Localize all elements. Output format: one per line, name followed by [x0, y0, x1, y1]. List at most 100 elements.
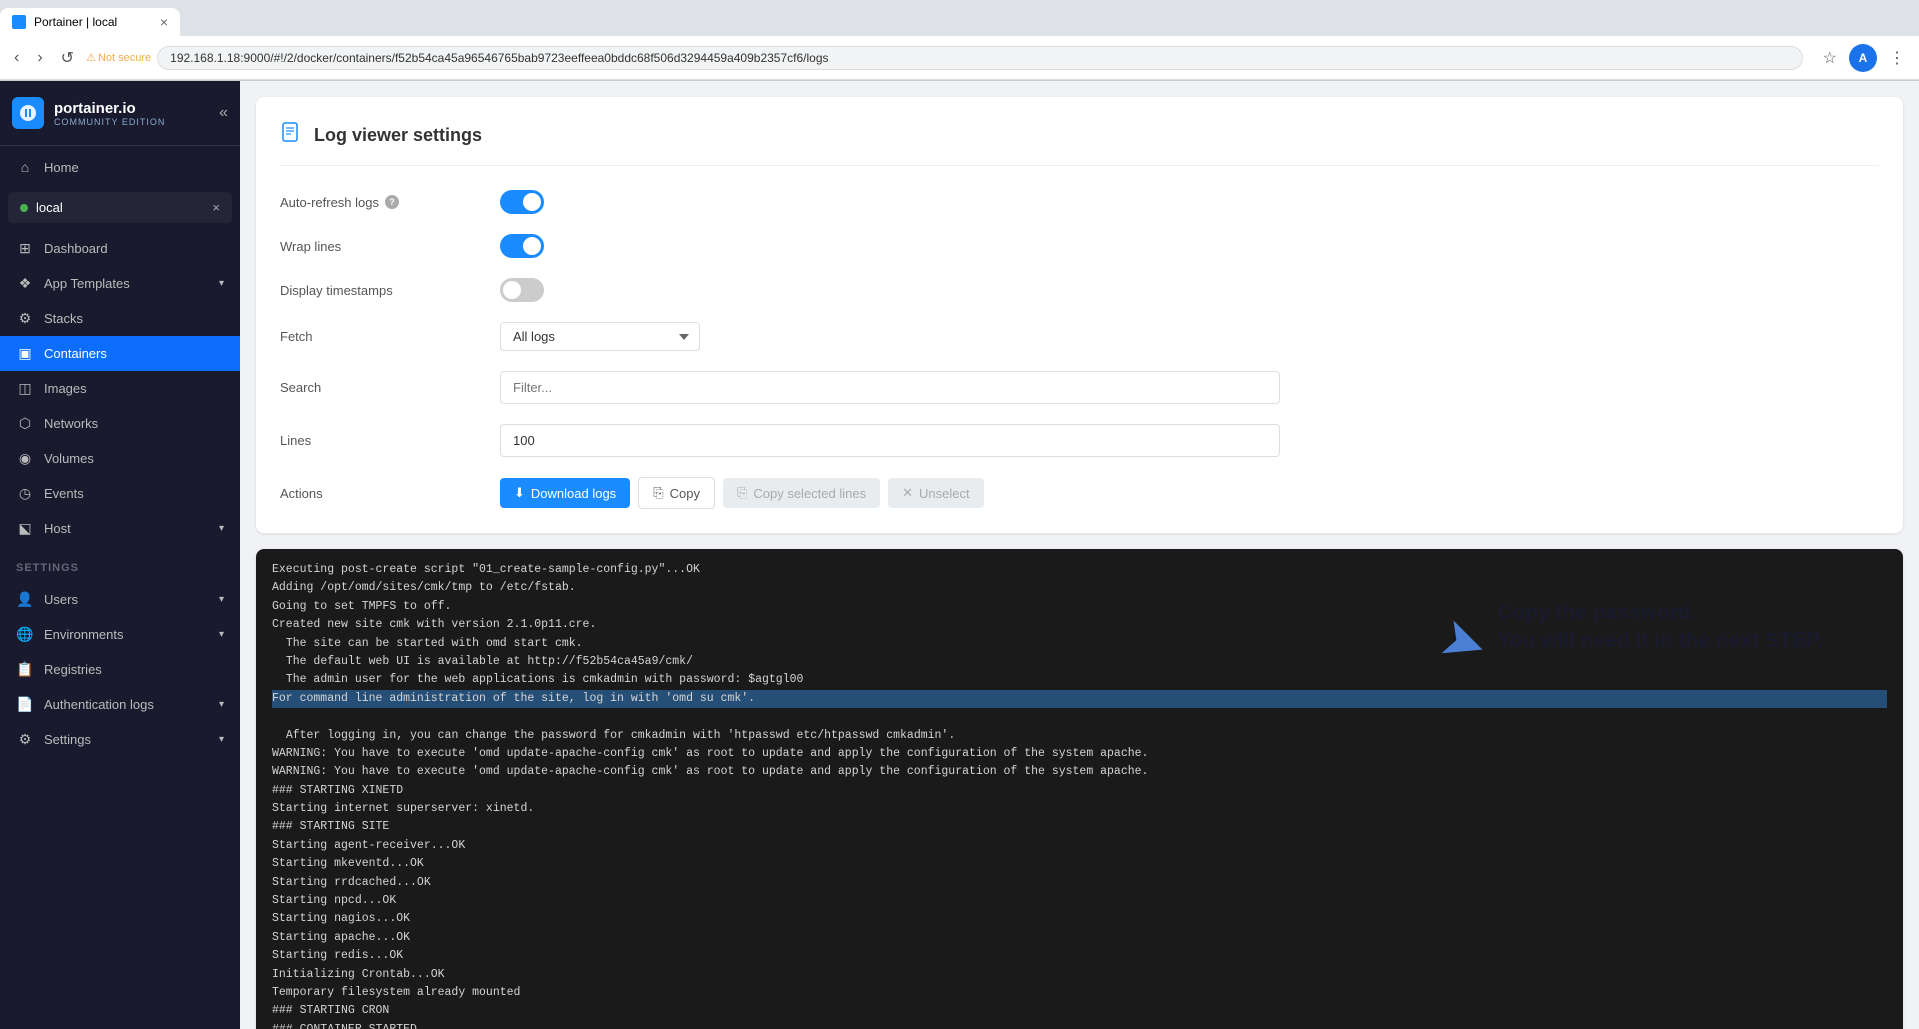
tab-favicon — [12, 15, 26, 29]
log-line[interactable]: Going to set TMPFS to off. — [272, 600, 451, 613]
sidebar-item-volumes-label: Volumes — [44, 451, 94, 466]
sidebar-item-home[interactable]: ⌂ Home — [0, 150, 240, 184]
environments-icon: 🌐 — [16, 626, 34, 643]
sidebar-item-dashboard[interactable]: ⊞ Dashboard — [0, 231, 240, 266]
sidebar-item-settings-label: Settings — [44, 732, 91, 747]
sidebar-item-settings[interactable]: ⚙ Settings ▾ — [0, 722, 240, 757]
log-line[interactable]: Initializing Crontab...OK — [272, 968, 445, 981]
auto-refresh-toggle[interactable] — [500, 190, 544, 214]
log-line[interactable]: Starting internet superserver: xinetd. — [272, 802, 534, 815]
tab-bar: Portainer | local × — [0, 0, 1919, 36]
back-button[interactable]: ‹ — [8, 45, 25, 71]
log-line[interactable]: The default web UI is available at http:… — [272, 655, 693, 668]
menu-button[interactable]: ⋮ — [1883, 44, 1911, 72]
page-title: Log viewer settings — [314, 125, 482, 146]
settings-group-label: Settings — [0, 550, 240, 578]
log-line[interactable]: Starting nagios...OK — [272, 912, 410, 925]
wrap-lines-label: Wrap lines — [280, 239, 500, 254]
display-timestamps-slider — [500, 278, 544, 302]
fetch-select[interactable]: All logs Last 100 lines Last 500 lines L… — [500, 322, 700, 351]
sidebar-item-containers[interactable]: ▣ Containers — [0, 336, 240, 371]
sidebar-item-dashboard-label: Dashboard — [44, 241, 108, 256]
log-line[interactable]: ### STARTING XINETD — [272, 784, 403, 797]
sidebar-settings-section: 👤 Users ▾ 🌐 Environments ▾ 📋 Registries … — [0, 578, 240, 761]
sidebar-logo: portainer.io COMMUNITY EDITION « — [0, 81, 240, 146]
info-icon[interactable]: ? — [385, 195, 399, 209]
sidebar-item-events[interactable]: ◷ Events — [0, 476, 240, 511]
sidebar-item-networks[interactable]: ⬡ Networks — [0, 406, 240, 441]
sidebar-item-networks-label: Networks — [44, 416, 98, 431]
reload-button[interactable]: ↺ — [55, 44, 80, 72]
search-input[interactable] — [500, 371, 1280, 404]
browser-chrome: Portainer | local × ‹ › ↺ ⚠ Not secure ☆… — [0, 0, 1919, 81]
sidebar-collapse-button[interactable]: « — [219, 104, 228, 122]
log-line[interactable]: Temporary filesystem already mounted — [272, 986, 520, 999]
lines-input[interactable] — [500, 424, 1280, 457]
sidebar-item-registries-label: Registries — [44, 662, 102, 677]
log-content[interactable]: Executing post-create script "01_create-… — [256, 549, 1903, 1029]
display-timestamps-toggle[interactable] — [500, 278, 544, 302]
networks-icon: ⬡ — [16, 415, 34, 432]
log-viewer-settings-card: Log viewer settings Auto-refresh logs ? … — [256, 97, 1903, 533]
copy-button[interactable]: ⎘ Copy — [638, 477, 715, 509]
home-icon: ⌂ — [16, 159, 34, 175]
log-line-highlighted[interactable]: For command line administration of the s… — [272, 690, 1887, 708]
sidebar-item-images[interactable]: ◫ Images — [0, 371, 240, 406]
log-line[interactable]: After logging in, you can change the pas… — [272, 729, 955, 742]
log-line[interactable]: Created new site cmk with version 2.1.0p… — [272, 618, 596, 631]
sidebar-item-stacks[interactable]: ⚙ Stacks — [0, 301, 240, 336]
sidebar-item-users[interactable]: 👤 Users ▾ — [0, 582, 240, 617]
log-line[interactable]: Executing post-create script "01_create-… — [272, 563, 700, 576]
security-badge: ⚠ Not secure — [86, 51, 151, 64]
containers-icon: ▣ — [16, 345, 34, 362]
log-line[interactable]: Adding /opt/omd/sites/cmk/tmp to /etc/fs… — [272, 581, 576, 594]
env-close-button[interactable]: × — [212, 200, 220, 215]
log-line[interactable]: Starting mkeventd...OK — [272, 857, 424, 870]
host-icon: ⬕ — [16, 520, 34, 537]
log-line[interactable]: Starting agent-receiver...OK — [272, 839, 465, 852]
tab-title: Portainer | local — [34, 15, 117, 29]
log-line[interactable]: ### STARTING SITE — [272, 820, 389, 833]
sidebar-item-host[interactable]: ⬕ Host ▾ — [0, 511, 240, 546]
images-icon: ◫ — [16, 380, 34, 397]
chevron-down-icon: ▾ — [219, 734, 224, 745]
browser-tab[interactable]: Portainer | local × — [0, 8, 180, 36]
log-viewer: ➤ Copy the password. You will need it in… — [256, 549, 1903, 1029]
sidebar-item-environments[interactable]: 🌐 Environments ▾ — [0, 617, 240, 652]
fetch-select-container: All logs Last 100 lines Last 500 lines L… — [500, 322, 1879, 351]
unselect-button[interactable]: ✕ Unselect — [888, 478, 983, 508]
log-line[interactable]: Starting rrdcached...OK — [272, 876, 431, 889]
copy-selected-button[interactable]: ⎘ Copy selected lines — [723, 478, 880, 508]
log-line[interactable]: ### CONTAINER STARTED — [272, 1023, 417, 1029]
download-logs-button[interactable]: ⬇ Download logs — [500, 478, 630, 508]
wrap-lines-toggle-container — [500, 234, 1879, 258]
sidebar-item-volumes[interactable]: ◉ Volumes — [0, 441, 240, 476]
registries-icon: 📋 — [16, 661, 34, 678]
chevron-down-icon: ▾ — [219, 699, 224, 710]
log-line[interactable]: WARNING: You have to execute 'omd update… — [272, 747, 1148, 760]
tab-close-button[interactable]: × — [160, 14, 168, 30]
display-timestamps-toggle-container — [500, 278, 1879, 302]
sidebar-item-registries[interactable]: 📋 Registries — [0, 652, 240, 687]
log-line[interactable]: Starting npcd...OK — [272, 894, 396, 907]
app-templates-icon: ❖ — [16, 275, 34, 292]
auth-logs-icon: 📄 — [16, 696, 34, 713]
url-bar[interactable] — [157, 46, 1803, 70]
fetch-label: Fetch — [280, 329, 500, 344]
bookmark-button[interactable]: ☆ — [1817, 44, 1843, 72]
wrap-lines-toggle[interactable] — [500, 234, 544, 258]
sidebar-item-events-label: Events — [44, 486, 84, 501]
sidebar-item-home-label: Home — [44, 160, 79, 175]
log-line[interactable]: The site can be started with omd start c… — [272, 637, 583, 650]
user-avatar[interactable]: A — [1849, 44, 1877, 72]
wrap-lines-slider — [500, 234, 544, 258]
log-line[interactable]: Starting redis...OK — [272, 949, 403, 962]
sidebar-env-selector[interactable]: local × — [8, 192, 232, 223]
log-line[interactable]: The admin user for the web applications … — [272, 673, 803, 686]
forward-button[interactable]: › — [31, 45, 48, 71]
log-line[interactable]: Starting apache...OK — [272, 931, 410, 944]
sidebar-item-app-templates[interactable]: ❖ App Templates ▾ — [0, 266, 240, 301]
log-line[interactable]: WARNING: You have to execute 'omd update… — [272, 765, 1148, 778]
log-line[interactable]: ### STARTING CRON — [272, 1004, 389, 1017]
sidebar-item-auth-logs[interactable]: 📄 Authentication logs ▾ — [0, 687, 240, 722]
